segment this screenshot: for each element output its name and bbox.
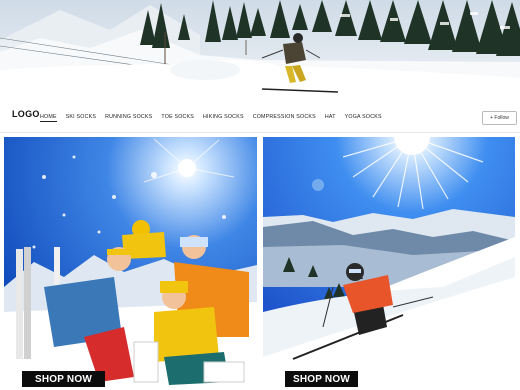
nav-item-toe-socks[interactable]: TOE SOCKS	[161, 114, 194, 122]
shop-now-button[interactable]: SHOP NOW	[285, 371, 358, 387]
skier-photo	[263, 137, 515, 389]
promo-card-skier[interactable]: SHOP NOW	[263, 137, 515, 389]
nav-item-ski-socks[interactable]: SKI SOCKS	[66, 114, 96, 122]
family-skiing-photo	[4, 137, 257, 389]
promo-card-family[interactable]: SHOP NOW	[4, 137, 257, 389]
nav-item-compression-socks[interactable]: COMPRESSION SOCKS	[253, 114, 316, 122]
nav-item-home[interactable]: HOME	[40, 114, 57, 122]
nav-item-yoga-socks[interactable]: YOGA SOCKS	[345, 114, 382, 122]
nav-item-running-socks[interactable]: RUNNING SOCKS	[105, 114, 152, 122]
follow-button[interactable]: + Follow	[482, 111, 517, 125]
hero-banner-image	[0, 0, 520, 98]
nav-menu: HOME SKI SOCKS RUNNING SOCKS TOE SOCKS H…	[40, 114, 391, 122]
nav-item-hiking-socks[interactable]: HIKING SOCKS	[203, 114, 244, 122]
top-navigation-bar: LOGO HOME SKI SOCKS RUNNING SOCKS TOE SO…	[0, 98, 520, 133]
logo[interactable]: LOGO	[12, 109, 40, 119]
nav-item-hat[interactable]: HAT	[325, 114, 336, 122]
shop-now-button[interactable]: SHOP NOW	[22, 371, 105, 387]
